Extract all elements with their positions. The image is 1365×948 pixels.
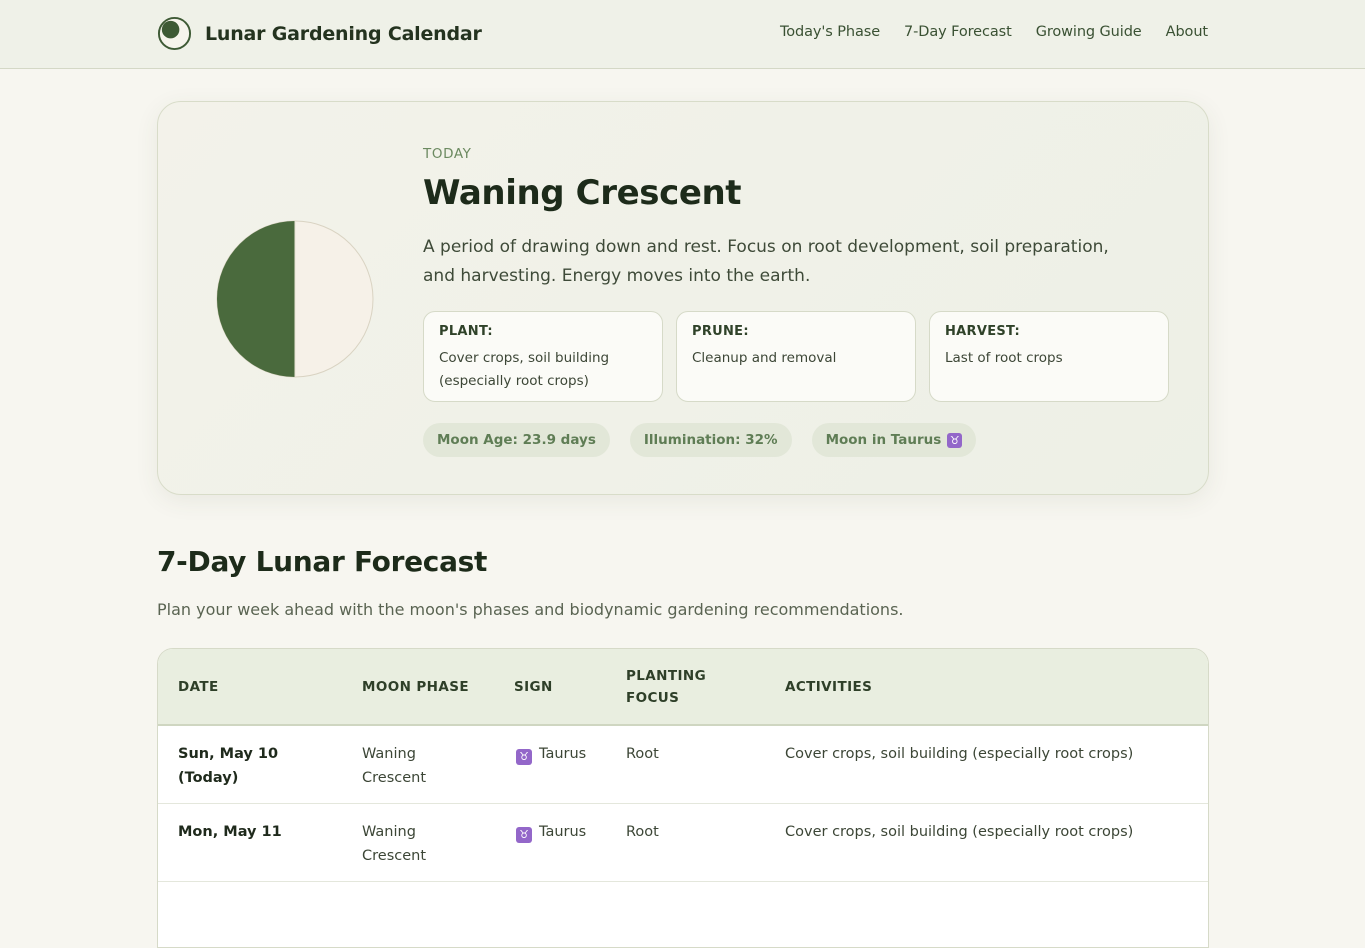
row-date: Sun, May 10 (Today) — [178, 746, 279, 786]
main-nav: Today's Phase 7-Day Forecast Growing Gui… — [780, 24, 1208, 40]
row-sign: ♉ Taurus — [516, 820, 586, 844]
col-planting-focus: PLANTING FOCUS — [626, 668, 707, 706]
brand[interactable]: Lunar Gardening Calendar — [157, 16, 482, 51]
col-date: DATE — [178, 679, 219, 695]
forecast-subtitle: Plan your week ahead with the moon's pha… — [157, 600, 904, 619]
moon-phase-visual — [216, 220, 374, 378]
prune-value: Cleanup and removal — [692, 350, 837, 366]
site-header: Lunar Gardening Calendar Today's Phase 7… — [0, 0, 1365, 69]
table-row[interactable]: Mon, May 11 Waning Crescent ♉ Taurus Root… — [158, 804, 1208, 882]
row-sign: ♉ Taurus — [516, 742, 586, 766]
plant-value: Cover crops, soil building (especially r… — [439, 350, 610, 389]
recommendations: PLANT: Cover crops, soil building (espec… — [423, 311, 1173, 402]
today-phase-card: TODAY Waning Crescent A period of drawin… — [157, 101, 1209, 495]
taurus-icon: ♉ — [947, 432, 963, 448]
today-label: TODAY — [423, 146, 472, 162]
site-title: Lunar Gardening Calendar — [205, 22, 482, 45]
row-sign-text: Taurus — [539, 746, 587, 762]
plant-label: PLANT: — [439, 324, 493, 339]
prune-card: PRUNE: Cleanup and removal — [676, 311, 916, 402]
harvest-value: Last of root crops — [945, 350, 1063, 366]
col-sign: SIGN — [514, 679, 553, 695]
harvest-card: HARVEST: Last of root crops — [929, 311, 1169, 402]
row-sign-text: Taurus — [539, 824, 587, 840]
nav-growing-guide[interactable]: Growing Guide — [1036, 24, 1142, 40]
moon-age-pill: Moon Age: 23.9 days — [423, 423, 610, 457]
hero-content: TODAY Waning Crescent A period of drawin… — [423, 146, 1173, 457]
row-phase: Waning Crescent — [362, 824, 427, 864]
illumination-pill: Illumination: 32% — [629, 423, 792, 457]
table-row[interactable]: Sun, May 10 (Today) Waning Crescent ♉ Tau… — [158, 726, 1208, 804]
phase-title: Waning Crescent — [423, 173, 742, 213]
nav-todays-phase[interactable]: Today's Phase — [780, 24, 880, 40]
forecast-table: DATE MOON PHASE SIGN PLANTING FOCUS ACTI… — [157, 648, 1209, 948]
col-activities: ACTIVITIES — [785, 679, 873, 695]
moon-sign-text: Moon in Taurus — [825, 432, 942, 448]
taurus-icon: ♉ — [516, 749, 532, 765]
nav-7-day-forecast[interactable]: 7-Day Forecast — [904, 24, 1012, 40]
plant-card: PLANT: Cover crops, soil building (espec… — [423, 311, 663, 402]
forecast-title: 7-Day Lunar Forecast — [157, 545, 488, 578]
row-date: Mon, May 11 — [178, 824, 282, 840]
moon-stats: Moon Age: 23.9 days Illumination: 32% Mo… — [423, 423, 1173, 457]
row-activities: Cover crops, soil building (especially r… — [785, 746, 1134, 762]
phase-description: A period of drawing down and rest. Focus… — [423, 237, 1109, 286]
harvest-label: HARVEST: — [945, 324, 1021, 339]
taurus-icon: ♉ — [516, 827, 532, 843]
row-activities: Cover crops, soil building (especially r… — [785, 824, 1134, 840]
prune-label: PRUNE: — [692, 324, 749, 339]
nav-about[interactable]: About — [1166, 24, 1208, 40]
row-phase: Waning Crescent — [362, 746, 427, 786]
table-header: DATE MOON PHASE SIGN PLANTING FOCUS ACTI… — [158, 649, 1208, 726]
row-focus: Root — [626, 746, 659, 762]
moon-logo-icon — [157, 16, 192, 51]
moon-sign-pill: Moon in Taurus ♉ — [811, 423, 977, 457]
row-focus: Root — [626, 824, 659, 840]
col-moon-phase: MOON PHASE — [362, 679, 469, 695]
